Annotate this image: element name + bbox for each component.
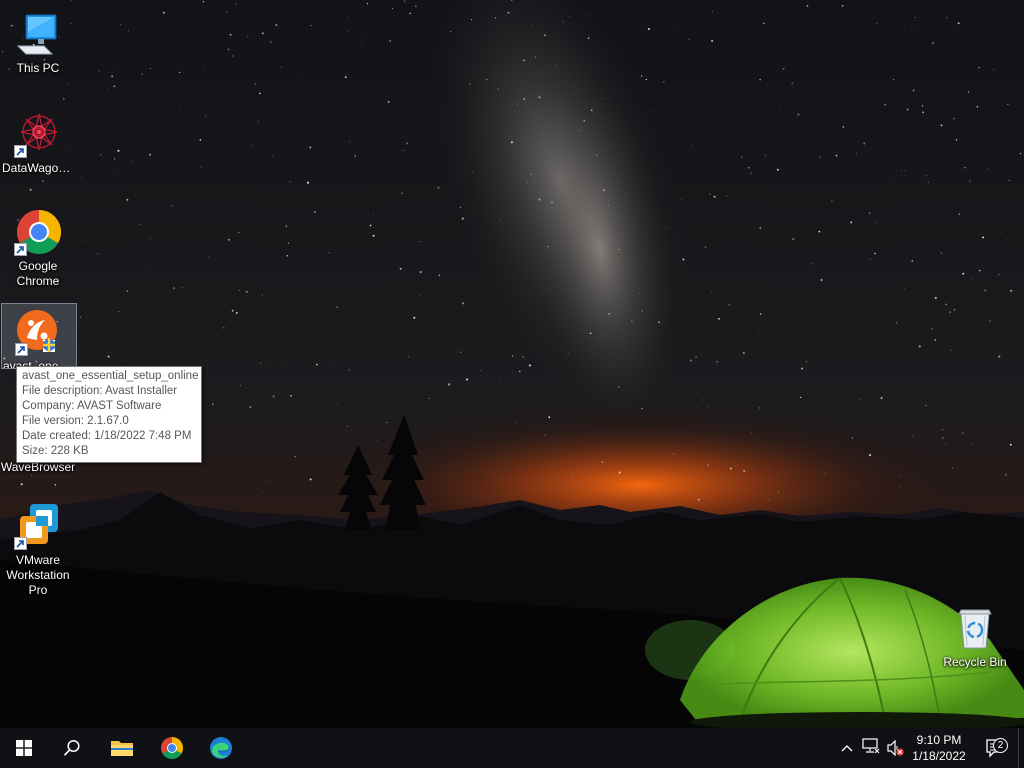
desktop-icon-label: Google Chrome [16,259,60,288]
tooltip-date-created: Date created: 1/18/2022 7:48 PM [22,430,192,442]
chrome-icon [160,736,184,760]
network-icon [862,737,880,759]
network-button[interactable] [860,728,882,768]
search-icon [63,739,81,757]
avast-icon [15,308,63,356]
datawagon-icon [14,110,62,158]
show-desktop-button[interactable] [1018,728,1024,768]
clock-time: 9:10 PM [916,733,962,747]
taskbar-clock[interactable]: 9:10 PM 1/18/2022 [904,730,974,766]
clock-date: 1/18/2022 [912,749,966,763]
tooltip-filename: avast_one_essential_setup_online [22,370,199,382]
notification-icon: 2 [985,738,1008,758]
vmware-icon [14,502,62,550]
desktop-icon-google-chrome[interactable]: Google Chrome [0,204,76,289]
chrome-taskbar-button[interactable] [148,728,196,768]
chevron-up-icon [841,739,853,757]
volume-muted-icon [886,739,904,757]
desktop-icon-label: This PC [16,61,60,75]
tooltip-size: Size: 228 KB [22,445,89,457]
chrome-icon [14,208,62,256]
desktop-icon-datawagon[interactable]: DataWagon... [0,106,76,176]
recycle-bin-icon [951,604,999,652]
desktop-icon-this-pc[interactable]: This PC [0,6,76,76]
desktop-icon-label: Recycle Bin [943,655,1007,669]
edge-taskbar-button[interactable] [197,728,245,768]
notification-count-badge: 2 [993,738,1008,753]
desktop-icon-avast-setup[interactable]: avast_one_e... [1,303,77,369]
shortcut-arrow-icon [15,343,28,356]
windows-logo-icon [16,740,32,756]
wallpaper-night-sky-image [0,0,1024,728]
desktop-icon-label: VMware Workstation Pro [6,553,70,597]
volume-button[interactable] [884,728,906,768]
tooltip-file-version: File version: 2.1.67.0 [22,415,129,427]
search-button[interactable] [48,728,96,768]
show-hidden-icons-button[interactable] [838,728,856,768]
file-info-tooltip: avast_one_essential_setup_online File de… [16,366,202,463]
start-button[interactable] [0,728,48,768]
shortcut-arrow-icon [14,243,27,256]
desktop-icon-vmware-workstation-pro[interactable]: VMware Workstation Pro [0,498,76,598]
taskbar: 9:10 PM 1/18/2022 2 [0,728,1024,768]
desktop-wallpaper [0,0,1024,728]
desktop-icon-recycle-bin[interactable]: Recycle Bin [937,600,1013,670]
shortcut-arrow-icon [14,145,27,158]
tooltip-file-description: File description: Avast Installer [22,385,178,397]
computer-icon [14,10,62,58]
tooltip-company: Company: AVAST Software [22,400,162,412]
file-explorer-button[interactable] [98,728,146,768]
shortcut-arrow-icon [14,537,27,550]
desktop-icon-label: DataWagon... [2,161,75,175]
folder-icon [110,738,134,758]
edge-icon [209,736,233,760]
action-center-button[interactable]: 2 [978,728,1012,768]
